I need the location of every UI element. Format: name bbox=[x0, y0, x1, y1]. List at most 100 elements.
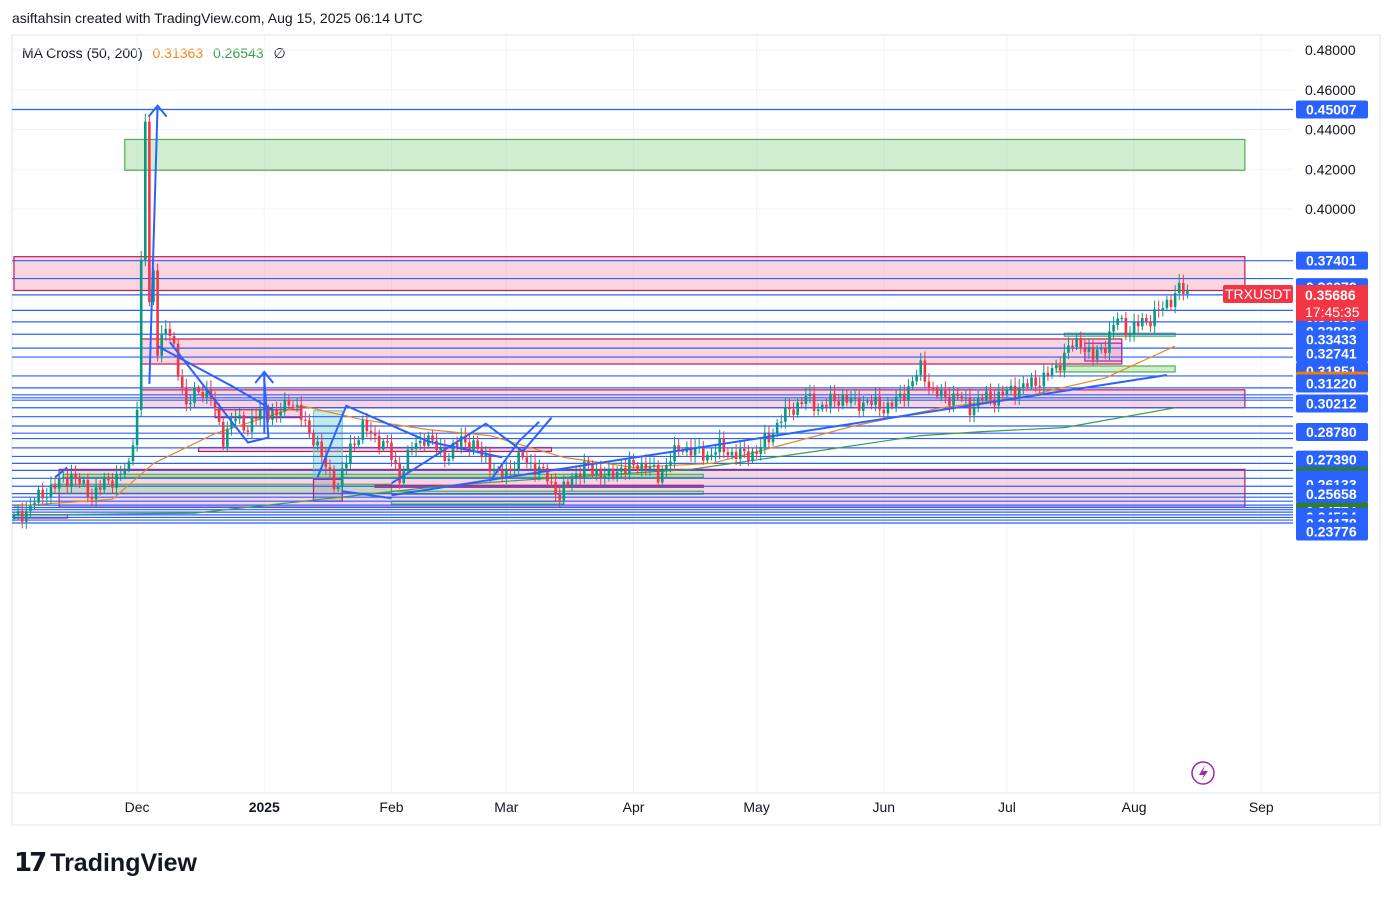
candle-body bbox=[1140, 317, 1144, 327]
price-tick: 0.48000 bbox=[1305, 42, 1356, 58]
candle-body bbox=[558, 494, 561, 501]
candle-body bbox=[1124, 318, 1128, 336]
candle-body bbox=[1186, 290, 1189, 294]
time-tick: Apr bbox=[623, 799, 645, 815]
candle-body bbox=[874, 396, 877, 405]
candle-body bbox=[554, 482, 557, 495]
candle-body bbox=[755, 451, 758, 455]
candle-body bbox=[923, 360, 927, 382]
candle-body bbox=[1169, 299, 1173, 307]
candle-body bbox=[849, 398, 853, 403]
candle-body bbox=[45, 496, 49, 499]
candle-body bbox=[1038, 385, 1042, 387]
candle-body bbox=[439, 447, 443, 451]
candle-body bbox=[1071, 345, 1074, 348]
candle-body bbox=[595, 469, 598, 475]
candle-body bbox=[1034, 377, 1037, 386]
candle-body bbox=[394, 459, 397, 464]
candle-body bbox=[882, 409, 886, 414]
candle-body bbox=[119, 474, 122, 476]
candle-body bbox=[853, 398, 857, 400]
candle-body bbox=[418, 440, 422, 444]
candle-body bbox=[660, 470, 664, 483]
candle-body bbox=[164, 328, 168, 334]
candle-body bbox=[1079, 338, 1083, 349]
candle-body bbox=[160, 333, 164, 356]
candle-body bbox=[861, 402, 865, 411]
candle-body bbox=[86, 479, 90, 498]
candle-body bbox=[935, 388, 939, 397]
candle-body bbox=[287, 399, 291, 406]
candle-body bbox=[332, 470, 336, 490]
candle-body bbox=[131, 445, 135, 462]
candle-body bbox=[226, 428, 229, 447]
candle-body bbox=[1104, 348, 1107, 354]
candle-body bbox=[61, 477, 65, 479]
candle-body bbox=[111, 480, 114, 488]
candle-body bbox=[156, 270, 159, 356]
price-tick: 0.44000 bbox=[1305, 122, 1356, 138]
tradingview-logo[interactable]: 17 TradingView bbox=[14, 848, 197, 878]
zone-red bbox=[13, 256, 1246, 292]
candle-body bbox=[328, 467, 332, 471]
candle-body bbox=[127, 461, 131, 470]
candle-body bbox=[12, 515, 16, 520]
candle-body bbox=[1083, 348, 1087, 352]
candle-body bbox=[90, 497, 94, 500]
candle-body bbox=[390, 442, 393, 460]
candle-body bbox=[1145, 317, 1148, 323]
time-axis[interactable]: Dec 2025 Feb Mar Apr May Jun Jul Aug Sep bbox=[125, 799, 1274, 815]
candle-body bbox=[279, 411, 282, 416]
candle-body bbox=[275, 410, 278, 416]
candle-body bbox=[529, 462, 533, 464]
candle-body bbox=[779, 421, 783, 423]
candle-body bbox=[258, 409, 262, 420]
candle-body bbox=[607, 468, 611, 476]
chart-area[interactable]: 0.48000 0.46000 0.44000 0.42000 0.40000 0.450… bbox=[0, 0, 1392, 840]
candle-body bbox=[948, 396, 951, 406]
candle-body bbox=[201, 391, 205, 398]
candle-body bbox=[221, 421, 225, 447]
candle-body bbox=[812, 393, 816, 411]
candle-body bbox=[537, 466, 541, 475]
candle-body bbox=[521, 452, 525, 458]
time-tick: 2025 bbox=[249, 799, 280, 815]
candle-body bbox=[139, 259, 143, 410]
candle-body bbox=[578, 473, 582, 478]
candle-body bbox=[767, 433, 771, 443]
candle-body bbox=[369, 431, 373, 434]
price-label: 0.28780 bbox=[1306, 424, 1357, 440]
candle-body bbox=[107, 477, 110, 481]
candle-body bbox=[1120, 318, 1124, 320]
candle-body bbox=[701, 446, 705, 461]
candle-body bbox=[33, 502, 36, 506]
candle-body bbox=[734, 451, 738, 459]
price-label: 0.32741 bbox=[1306, 345, 1357, 361]
candle-body bbox=[816, 409, 820, 411]
tradingview-brand: TradingView bbox=[50, 848, 197, 877]
candle-body bbox=[541, 466, 545, 468]
candle-body bbox=[894, 396, 898, 407]
candle-body bbox=[878, 396, 882, 410]
candle-body bbox=[476, 440, 479, 449]
candle-body bbox=[447, 458, 451, 461]
candle-body bbox=[1058, 365, 1062, 371]
price-label: 0.27390 bbox=[1306, 452, 1357, 468]
candle-body bbox=[295, 404, 299, 407]
candle-body bbox=[603, 475, 607, 479]
candle-body bbox=[193, 388, 196, 403]
candle-body bbox=[915, 374, 918, 382]
candle-body bbox=[939, 389, 943, 397]
candle-body bbox=[1067, 345, 1070, 353]
candle-body bbox=[911, 381, 914, 387]
candle-body bbox=[234, 418, 237, 422]
candle-body bbox=[820, 404, 824, 410]
candle-body bbox=[574, 473, 578, 479]
lightning-icon[interactable] bbox=[1191, 761, 1215, 785]
candle-body bbox=[16, 510, 20, 516]
candle-body bbox=[792, 409, 795, 415]
candle-body bbox=[960, 396, 964, 399]
candle-body bbox=[775, 422, 779, 434]
candle-body bbox=[345, 463, 348, 469]
candle-body bbox=[1046, 372, 1050, 376]
